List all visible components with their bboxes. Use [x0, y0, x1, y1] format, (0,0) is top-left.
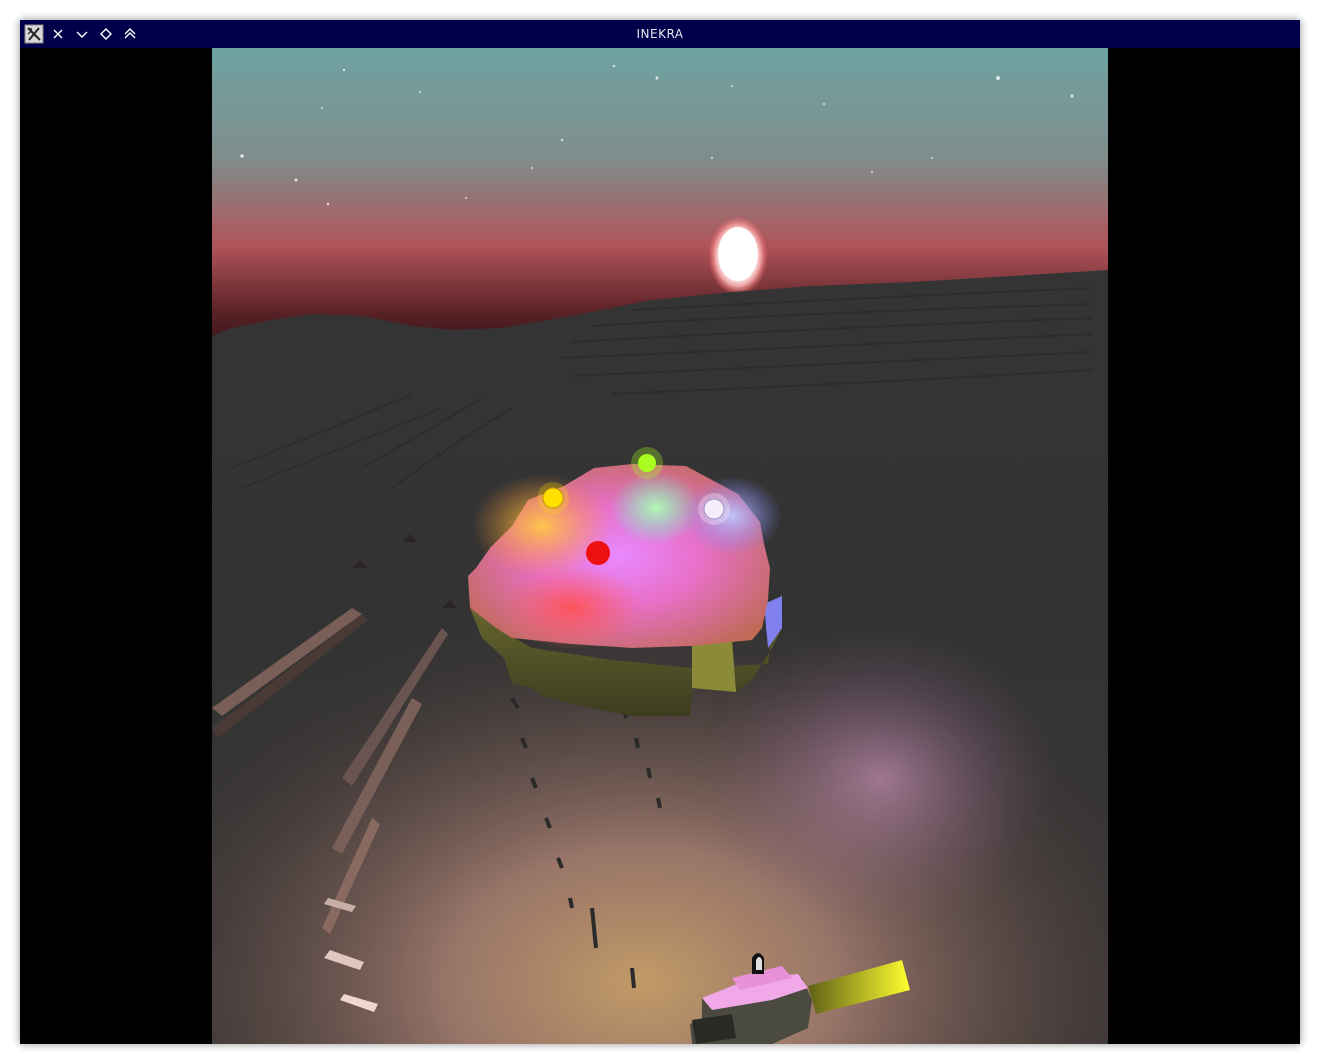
red-light-spot: [502, 566, 642, 650]
green-light-orb: [631, 447, 663, 479]
window-title: INEKRA: [636, 27, 684, 41]
blue-light-spot: [682, 476, 782, 556]
yellow-light-orb: [537, 482, 569, 514]
island-side-lit: [692, 638, 736, 692]
white-light-orb: [698, 493, 730, 525]
game-viewport[interactable]: [20, 48, 1300, 1044]
title-bar[interactable]: INEKRA: [20, 20, 1300, 48]
app-window: INEKRA: [20, 20, 1300, 1044]
game-scene[interactable]: [212, 48, 1108, 1044]
red-light-orb: [586, 541, 610, 565]
